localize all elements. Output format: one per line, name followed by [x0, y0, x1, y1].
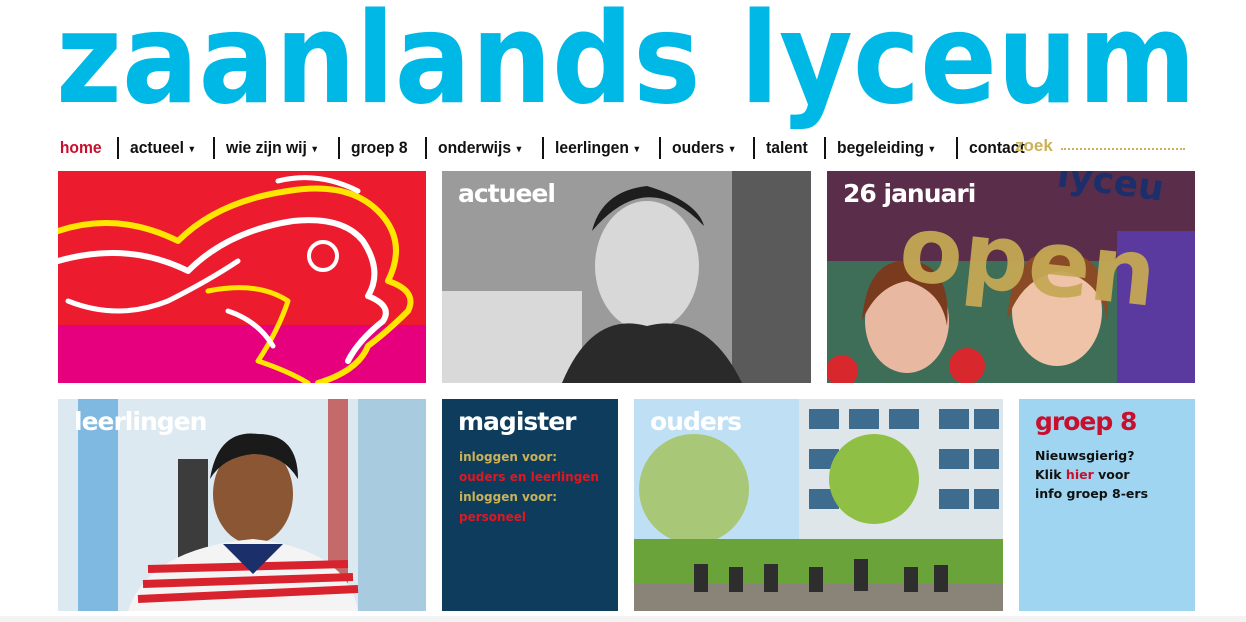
tile-title: groep 8 [1035, 407, 1137, 436]
caret-down-icon: ▾ [516, 143, 522, 155]
nav-item-leerlingen[interactable]: leerlingen ▾ [544, 136, 650, 160]
nav-item-ouders[interactable]: ouders ▾ [661, 136, 745, 160]
nav-item-talent[interactable]: talent [755, 136, 819, 160]
search-underline [1061, 148, 1185, 150]
main-nav: home actueel ▾ wie zijn wij ▾ groep 8 on… [58, 134, 1042, 162]
magister-link-ouders-leerlingen[interactable]: ouders en leerlingen [459, 470, 599, 484]
nav-item-label: begeleiding [837, 138, 925, 157]
tile-logo-graphic[interactable] [58, 171, 426, 383]
caret-down-icon: ▾ [634, 143, 639, 155]
caret-down-icon: ▾ [929, 143, 935, 155]
head-profile-graphic [58, 175, 414, 383]
tile-title: actueel [458, 179, 556, 208]
logo-text: zaanlands lyceum [56, 0, 1196, 130]
tile-title: leerlingen [74, 407, 207, 436]
nav-item-onderwijs[interactable]: onderwijs ▾ [427, 136, 532, 160]
nav-item-wie-zijn-wij[interactable]: wie zijn wij ▾ [215, 136, 328, 160]
nav-item-label: home [59, 138, 102, 157]
tile-open-dag[interactable]: lyceu open DAG 26 januari [827, 171, 1195, 383]
magister-label: inloggen voor: [459, 490, 558, 504]
groep8-text: info groep 8-ers [1035, 486, 1149, 501]
groep8-text-line: Klik hier voor [1035, 467, 1130, 482]
nav-item-label: talent [765, 138, 808, 157]
search-placeholder: zoek [1015, 136, 1053, 155]
magister-link-personeel[interactable]: personeel [459, 510, 526, 524]
nav-item-label: actueel [130, 138, 185, 157]
tile-date: 26 januari [843, 179, 976, 208]
search-input[interactable]: zoek [1015, 136, 1187, 160]
magister-label: inloggen voor: [459, 450, 558, 464]
caret-down-icon: ▾ [312, 143, 317, 155]
tile-actueel[interactable]: actueel [442, 171, 811, 383]
dag-text: DAG [1164, 291, 1195, 383]
groep8-text: voor [1093, 467, 1130, 482]
tile-magister[interactable]: magister inloggen voor: ouders en leerli… [442, 399, 618, 611]
tile-groep-8[interactable]: groep 8 Nieuwsgierig? Klik hier voor inf… [1019, 399, 1195, 611]
site-logo[interactable]: zaanlands lyceum [56, 0, 1196, 130]
nav-item-actueel[interactable]: actueel ▾ [119, 136, 205, 160]
caret-down-icon: ▾ [189, 143, 195, 155]
nav-item-home[interactable]: home [58, 136, 113, 160]
tile-title: ouders [650, 407, 742, 436]
nav-item-label: wie zijn wij [226, 138, 307, 157]
nav-item-label: onderwijs [438, 138, 512, 157]
tile-title: magister [458, 407, 577, 436]
nav-item-label: groep 8 [350, 138, 408, 157]
nav-item-begeleiding[interactable]: begeleiding ▾ [826, 136, 945, 160]
nav-item-groep-8[interactable]: groep 8 [340, 136, 419, 160]
tile-ouders[interactable]: ouders [634, 399, 1003, 611]
nav-item-label: leerlingen [554, 138, 629, 157]
groep8-text: Klik [1035, 467, 1066, 482]
page-bottom-strip [0, 616, 1246, 622]
groep8-hier-link[interactable]: hier [1066, 467, 1094, 482]
groep8-text: Nieuwsgierig? [1035, 448, 1135, 463]
nav-item-label: ouders [672, 138, 725, 157]
tile-leerlingen[interactable]: leerlingen [58, 399, 426, 611]
caret-down-icon: ▾ [729, 143, 735, 155]
